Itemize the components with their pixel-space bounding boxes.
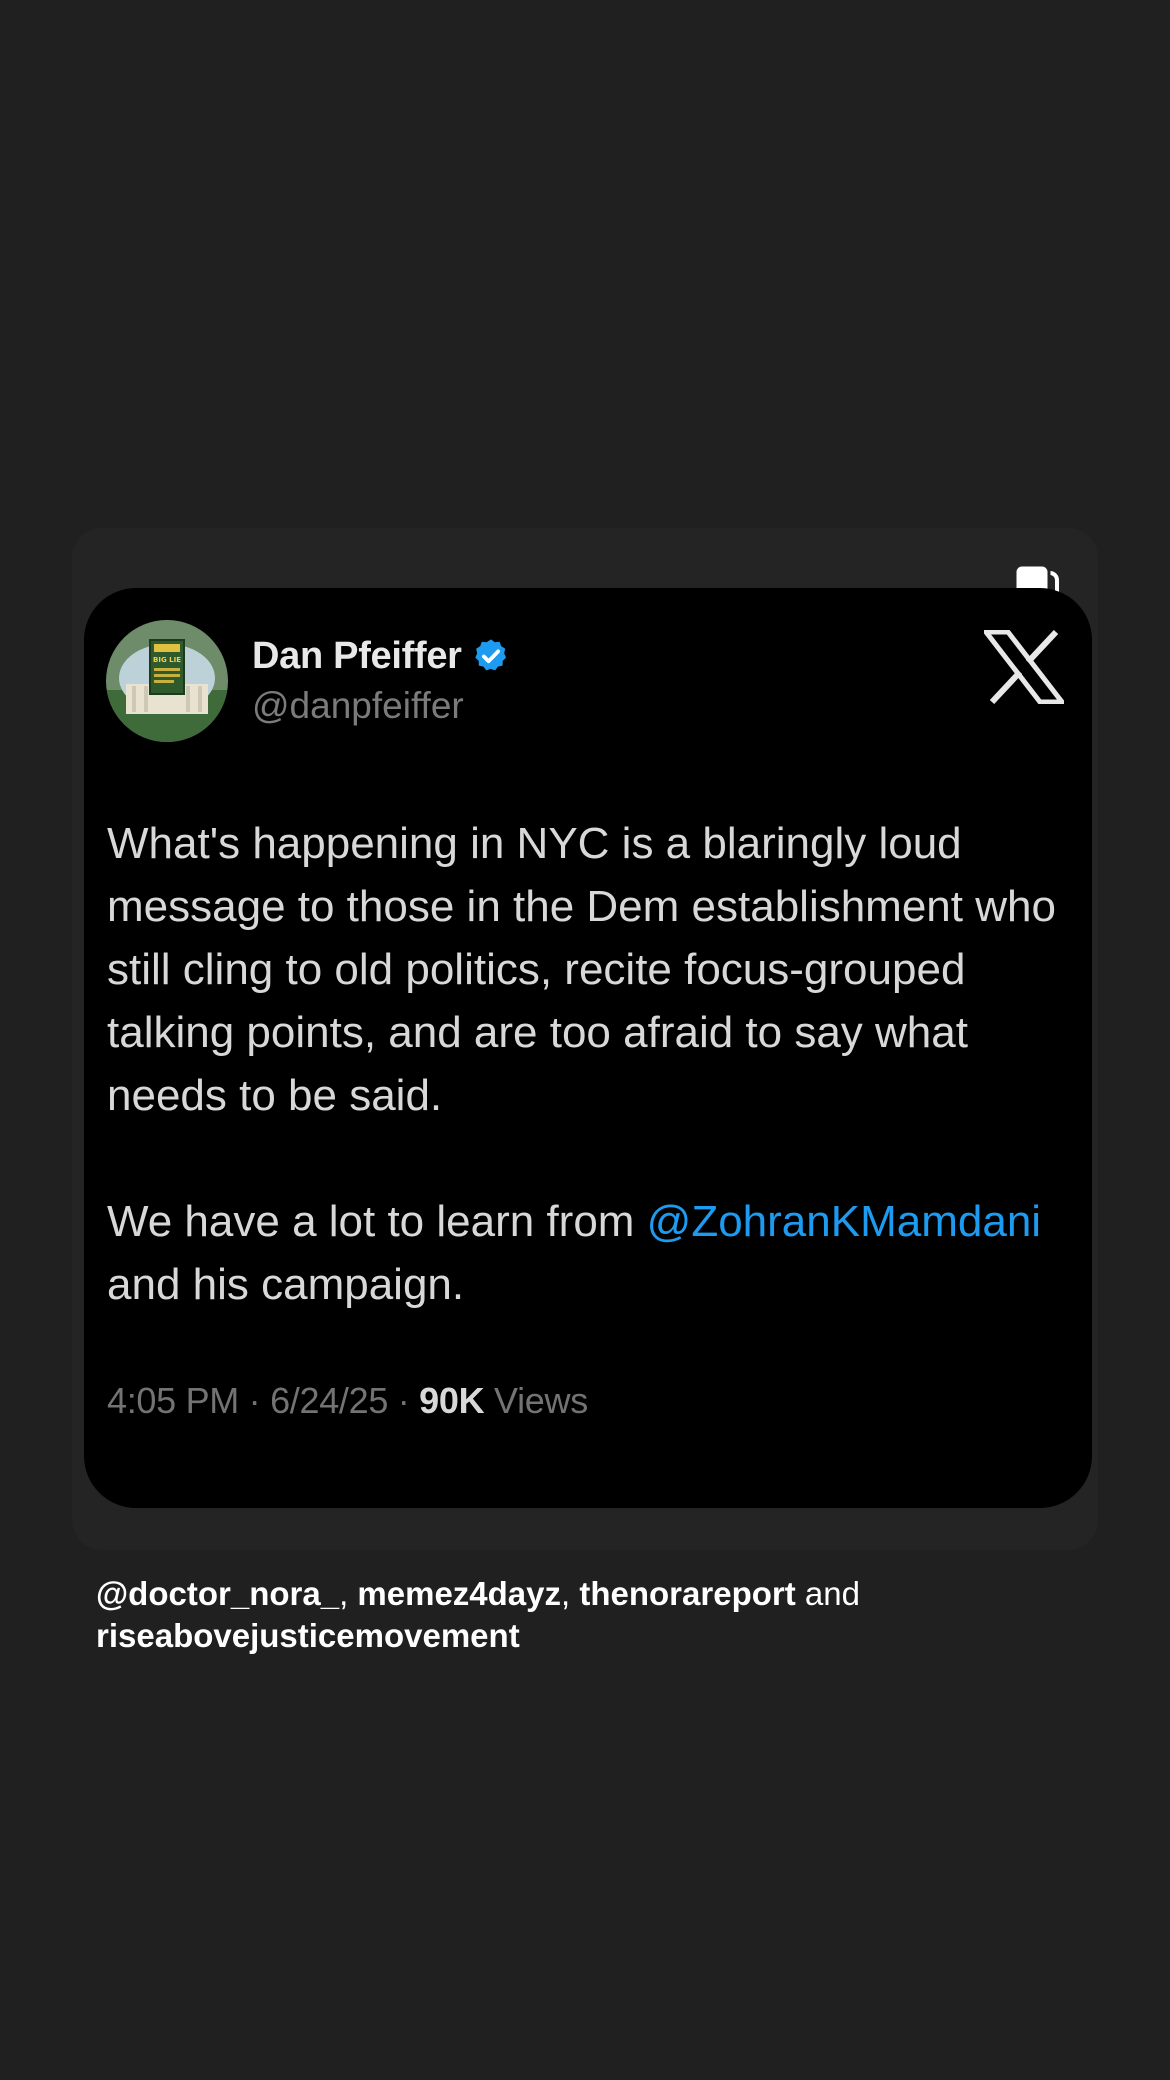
handle[interactable]: @danpfeiffer	[252, 685, 464, 727]
x-logo-icon	[984, 630, 1064, 704]
tweet-date: 6/24/25	[270, 1380, 389, 1421]
credit-user-1[interactable]: @doctor_nora_	[96, 1575, 339, 1612]
tweet-meta: 4:05 PM · 6/24/25 · 90K Views	[107, 1380, 588, 1422]
tweet-paragraph-2-prefix: We have a lot to learn from	[107, 1197, 647, 1246]
credit-user-4[interactable]: riseabovejusticemovement	[96, 1617, 520, 1654]
meta-separator-1: ·	[238, 1380, 271, 1421]
credits-line: @doctor_nora_, memez4dayz, thenorareport…	[96, 1573, 1076, 1657]
tweet-screenshot: BIG LIE Dan Pfeiffer @danpfeiffer What's…	[84, 588, 1092, 1508]
mention-link[interactable]: @ZohranKMamdani	[647, 1197, 1041, 1246]
views-label: Views	[494, 1380, 588, 1421]
meta-separator-2: ·	[388, 1380, 420, 1421]
credit-user-2[interactable]: memez4dayz	[357, 1575, 561, 1612]
display-name[interactable]: Dan Pfeiffer	[252, 635, 462, 678]
credit-sep-1: ,	[339, 1575, 358, 1612]
tweet-paragraph-2-suffix: and his campaign.	[107, 1260, 465, 1309]
tweet-paragraph-2: We have a lot to learn from @ZohranKMamd…	[107, 1190, 1077, 1316]
credit-user-3[interactable]: thenorareport	[579, 1575, 795, 1612]
verified-badge-icon	[474, 639, 506, 671]
credit-sep-2: ,	[561, 1575, 580, 1612]
tweet-body: What's happening in NYC is a blaringly l…	[107, 812, 1077, 1316]
avatar-book-text: BIG LIE	[153, 656, 181, 664]
avatar[interactable]: BIG LIE	[106, 620, 228, 742]
tweet-paragraph-1: What's happening in NYC is a blaringly l…	[107, 819, 1056, 1120]
tweet-time: 4:05 PM	[107, 1380, 239, 1421]
credit-conjunction: and	[795, 1575, 860, 1612]
views-count: 90K	[419, 1380, 485, 1421]
